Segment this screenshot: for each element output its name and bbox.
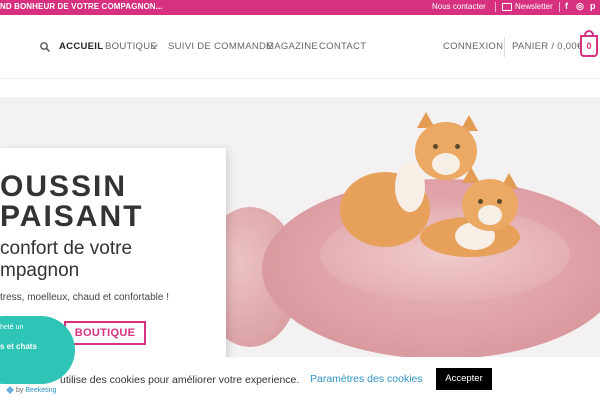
divider: [559, 2, 560, 12]
login-link[interactable]: CONNEXION: [443, 41, 503, 52]
cookie-text: utilise des cookies pour améliorer votre…: [60, 374, 300, 386]
cookie-settings-link[interactable]: Paramètres des cookies: [310, 373, 423, 385]
boutique-button[interactable]: BOUTIQUE: [64, 321, 146, 345]
cookie-banner: utilise des cookies pour améliorer votre…: [0, 357, 600, 400]
search-icon[interactable]: [40, 42, 50, 52]
divider: [504, 37, 505, 57]
promo-text: ND BONHEUR DE VOTRE COMPAGNON...: [0, 2, 163, 11]
popup-product: s et chats: [0, 342, 37, 351]
nav-suivi-commande[interactable]: SUIVI DE COMMANDE: [168, 41, 273, 52]
contact-link[interactable]: Nous contacter: [432, 2, 486, 11]
cart-link[interactable]: PANIER / 0,00€: [512, 41, 583, 52]
main-header: ACCUEIL BOUTIQUE SUIVI DE COMMANDE MAGAZ…: [0, 15, 600, 79]
newsletter-link[interactable]: Newsletter: [515, 2, 553, 11]
top-bar: ND BONHEUR DE VOTRE COMPAGNON... Nous co…: [0, 0, 600, 15]
beeketing-icon: [6, 386, 14, 394]
nav-contact[interactable]: CONTACT: [319, 41, 366, 52]
sales-notification-popup[interactable]: heté un s et chats: [0, 316, 75, 384]
hero-description: tress, moelleux, chaud et confortable !: [0, 292, 169, 303]
hero-subtitle: mpagnon: [0, 260, 80, 281]
nav-boutique[interactable]: BOUTIQUE: [105, 41, 157, 52]
nav-accueil[interactable]: ACCUEIL: [59, 41, 103, 52]
instagram-icon[interactable]: ◎: [576, 1, 584, 12]
nav-magazine[interactable]: MAGAZINE: [266, 41, 318, 52]
facebook-icon[interactable]: f: [565, 1, 568, 11]
popup-text: heté un: [0, 324, 24, 331]
beeketing-credit[interactable]: by Beeketing: [6, 386, 56, 394]
beeketing-prefix: by: [15, 386, 24, 394]
beeketing-brand: Beeketing: [25, 386, 57, 394]
cart-count-badge[interactable]: 0: [580, 35, 598, 57]
pinterest-icon[interactable]: p: [590, 1, 596, 11]
hero-title: OUSSIN: [0, 170, 128, 203]
hero-subtitle: confort de votre: [0, 238, 133, 259]
divider: [495, 2, 496, 12]
envelope-icon: [502, 3, 512, 11]
chevron-down-icon: [151, 44, 158, 49]
accept-cookies-button[interactable]: Accepter: [436, 368, 492, 390]
hero-title: PAISANT: [0, 200, 144, 233]
